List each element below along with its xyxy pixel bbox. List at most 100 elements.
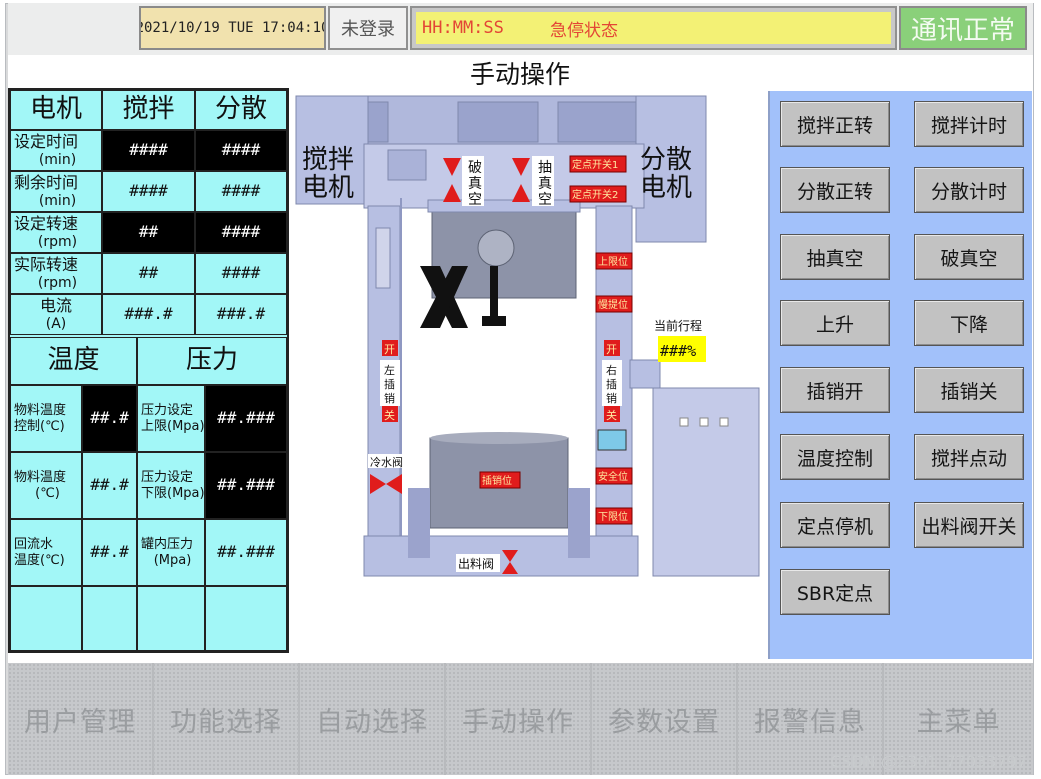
disp-forward-button[interactable]: 分散正转 [780,167,890,213]
disp-set-time-input[interactable]: #### [195,130,287,171]
mix-forward-button[interactable]: 搅拌正转 [780,101,890,147]
actual-speed-label: 实际转速 (rpm) [10,253,102,294]
pressure-upper-input[interactable]: ##.### [205,385,287,452]
current-travel-label: 当前行程 [654,318,702,333]
cabinet-indicator [719,417,729,427]
machine-part [568,488,590,558]
empty-cell [137,586,205,651]
nav-parameter-settings[interactable]: 参数设置 [592,663,738,775]
mix-remain-time: #### [102,171,195,212]
disp-remain-time: #### [195,171,287,212]
temperature-header: 温度 [10,337,137,385]
touch-panel [597,429,627,451]
break-vacuum-label-2: 真 [468,176,482,192]
mix-jog-button[interactable]: 搅拌点动 [914,434,1024,480]
pin-close-button[interactable]: 插销关 [914,367,1024,413]
disp-actual-speed: #### [195,253,287,294]
mix-set-time-input[interactable]: #### [102,130,195,171]
lower-button[interactable]: 下降 [914,300,1024,346]
machine-part [557,101,639,143]
return-water-temp-label: 回流水 温度(℃) [10,519,82,586]
alarm-time: HH:MM:SS [422,18,504,38]
pressure-lower-label: 压力设定 下限(Mpa) [137,452,205,519]
fixed-point-stop-button[interactable]: 定点停机 [780,502,890,548]
fixed-point-switch-1-label: 定点开关1 [572,158,618,171]
control-button-panel: 搅拌正转 搅拌计时 分散正转 分散计时 抽真空 破真空 上升 下降 插销开 插销… [768,91,1032,659]
cabinet-indicator [699,417,709,427]
disperser-head [482,316,506,326]
pump-vacuum-label-1: 抽 [538,160,552,176]
watermark-text: CSDN @2301_77033797 [830,752,1027,771]
machine-part [387,149,427,181]
datetime-display: 2021/10/19 TUE 17:04:10 [139,6,326,50]
tank-flange [477,229,515,267]
pump-vacuum-label-2: 真 [538,176,552,192]
right-pin-label-3: 销 [606,391,617,405]
current-travel-value: ###% [660,342,696,360]
login-status-button[interactable]: 未登录 [328,6,408,50]
disp-header: 分散 [195,90,287,130]
sbr-fixed-point-button[interactable]: SBR定点 [780,569,890,615]
disp-timer-button[interactable]: 分散计时 [914,167,1024,213]
empty-cell [82,586,137,651]
motor-header: 电机 [10,90,102,130]
right-pin-close-label: 关 [606,408,617,422]
pin-open-button[interactable]: 插销开 [780,367,890,413]
remain-time-label: 剩余时间 (min) [10,171,102,212]
safety-pos-label: 安全位 [598,470,628,483]
right-pin-label-2: 插 [606,377,617,391]
pipe [375,227,391,289]
right-pin-open-label: 开 [606,343,617,356]
discharge-valve-label: 出料阀 [458,557,494,571]
pump-vacuum-button[interactable]: 抽真空 [780,234,890,280]
pressure-upper-label: 压力设定 上限(Mpa) [137,385,205,452]
set-speed-label: 设定转速 (rpm) [10,212,102,253]
mix-motor-label-1: 搅拌 [302,145,354,175]
return-water-temp-value: ##.# [82,519,137,586]
empty-cell [205,586,287,651]
left-pin-label-3: 销 [384,391,395,405]
break-vacuum-label-1: 破 [468,160,482,176]
tank-pressure-value: ##.### [205,519,287,586]
nav-user-management[interactable]: 用户管理 [8,663,154,775]
raise-button[interactable]: 上升 [780,300,890,346]
discharge-valve-switch-button[interactable]: 出料阀开关 [914,502,1024,548]
control-cabinet [652,387,760,577]
left-pin-label-2: 插 [384,377,395,391]
pressure-lower-input[interactable]: ##.### [205,452,287,519]
disp-set-speed-input[interactable]: #### [195,212,287,253]
mix-timer-button[interactable]: 搅拌计时 [914,101,1024,147]
material-temp-control-label: 物料温度 控制(℃) [10,385,82,452]
disp-motor-label-1: 分散 [640,145,692,175]
cold-water-valve-label: 冷水阀 [370,455,403,469]
empty-cell [10,586,82,651]
material-temp-control-input[interactable]: ##.# [82,385,137,452]
break-vacuum-button[interactable]: 破真空 [914,234,1024,280]
disp-current: ###.# [195,294,287,335]
material-temp-label: 物料温度 (℃) [10,452,82,519]
fixed-point-switch-2-label: 定点开关2 [572,188,618,201]
left-pin-close-label: 关 [384,408,395,422]
current-label: 电流 (A) [10,294,102,335]
comm-status-indicator: 通讯正常 [899,6,1027,50]
left-pin-label-1: 左 [384,364,395,377]
nav-function-select[interactable]: 功能选择 [154,663,300,775]
lower-limit-label: 下限位 [598,510,628,523]
page-title: 手动操作 [469,60,570,89]
nav-manual-operation[interactable]: 手动操作 [446,663,592,775]
machine-part [629,359,661,389]
machine-line [400,198,402,568]
nav-auto-select[interactable]: 自动选择 [300,663,446,775]
right-pin-label-1: 右 [606,363,617,377]
temp-control-button[interactable]: 温度控制 [780,434,890,480]
disp-motor-label-2: 电机 [640,173,692,203]
mix-set-speed-input[interactable]: ## [102,212,195,253]
pump-vacuum-label-3: 空 [538,192,552,208]
pressure-header: 压力 [137,337,287,385]
slow-limit-label: 慢提位 [598,298,628,311]
machine-base [363,535,639,577]
machine-part [408,488,430,558]
alarm-status-inner: HH:MM:SS 急停状态 [416,12,891,44]
machine-part [457,101,539,143]
set-time-label: 设定时间 (min) [10,130,102,171]
